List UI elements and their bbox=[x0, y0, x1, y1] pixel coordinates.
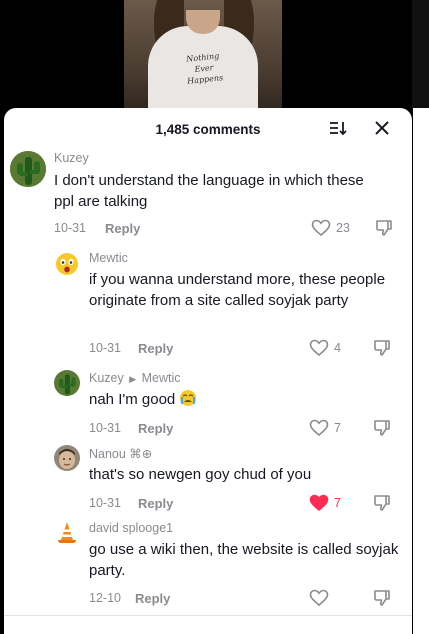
heart-filled-icon[interactable] bbox=[309, 494, 329, 512]
comments-sheet: 1,485 comments Kuzey I don't understand … bbox=[4, 108, 412, 634]
comment-text: that's so newgen goy chud of you bbox=[89, 466, 312, 483]
comment-text: nah I'm good bbox=[89, 389, 404, 410]
heart-icon[interactable] bbox=[309, 419, 329, 437]
divider bbox=[4, 615, 412, 616]
comment-text: go use a wiki then, the website is calle… bbox=[89, 541, 399, 579]
reply-button[interactable]: Reply bbox=[138, 496, 173, 511]
side-panel-edge bbox=[412, 0, 429, 118]
like-count: 7 bbox=[334, 421, 341, 435]
video-frame: Nothing Ever Happens bbox=[124, 0, 282, 118]
comment-date: 12-10 bbox=[89, 591, 121, 605]
face-avatar[interactable] bbox=[54, 445, 80, 471]
face-icon bbox=[54, 445, 80, 471]
cactus-icon bbox=[10, 151, 46, 187]
reply-button[interactable]: Reply bbox=[138, 421, 173, 436]
dislike-icon[interactable] bbox=[373, 494, 391, 512]
reply-to-username[interactable]: Mewtic bbox=[142, 371, 181, 385]
comment-count: 1,485 comments bbox=[155, 122, 261, 137]
dislike-icon[interactable] bbox=[373, 339, 391, 357]
cactus-avatar[interactable] bbox=[10, 151, 46, 187]
comment-username-text[interactable]: Kuzey bbox=[89, 371, 124, 385]
comment-text: I don't understand the language in which… bbox=[54, 172, 364, 210]
comment-date: 10-31 bbox=[54, 221, 86, 235]
dislike-icon[interactable] bbox=[373, 419, 391, 437]
side-panel-edge-lower bbox=[413, 108, 429, 634]
comment-date: 10-31 bbox=[89, 421, 121, 435]
comment-date: 10-31 bbox=[89, 341, 121, 355]
like-count: 23 bbox=[336, 221, 350, 235]
like-count: 7 bbox=[334, 496, 341, 510]
dislike-icon[interactable] bbox=[375, 219, 393, 237]
cactus-avatar[interactable] bbox=[54, 370, 80, 396]
comment-username[interactable]: Mewtic bbox=[89, 251, 128, 265]
reply-button[interactable]: Reply bbox=[135, 591, 170, 606]
sort-icon[interactable] bbox=[329, 120, 347, 136]
heart-icon[interactable] bbox=[309, 339, 329, 357]
heart-icon[interactable] bbox=[311, 219, 331, 237]
reply-button[interactable]: Reply bbox=[138, 341, 173, 356]
like-count: 4 bbox=[334, 341, 341, 355]
heart-icon[interactable] bbox=[309, 589, 329, 607]
video-player[interactable]: Nothing Ever Happens bbox=[0, 0, 429, 118]
reply-button[interactable]: Reply bbox=[105, 221, 140, 236]
comment-text-content: nah I'm good bbox=[89, 391, 176, 408]
traffic-cone-avatar[interactable] bbox=[54, 519, 80, 545]
shocked-emoji-avatar[interactable] bbox=[54, 251, 80, 277]
close-icon[interactable] bbox=[374, 120, 390, 136]
cactus-icon bbox=[54, 370, 80, 396]
traffic-cone-icon bbox=[54, 519, 80, 545]
comments-header: 1,485 comments bbox=[4, 108, 412, 148]
comment-username[interactable]: Kuzey bbox=[54, 151, 89, 165]
shocked-emoji-icon bbox=[54, 251, 80, 277]
reply-arrow-icon: ▶ bbox=[129, 374, 137, 384]
comment-username[interactable]: Nanou ⌘⊕ bbox=[89, 446, 152, 461]
comment-username[interactable]: Kuzey ▶ Mewtic bbox=[89, 371, 181, 385]
comment-date: 10-31 bbox=[89, 496, 121, 510]
crying-emoji-icon bbox=[180, 390, 197, 406]
comment-username[interactable]: david splooge1 bbox=[89, 521, 173, 535]
dislike-icon[interactable] bbox=[373, 589, 391, 607]
comment-text: if you wanna understand more, these peop… bbox=[89, 271, 386, 309]
